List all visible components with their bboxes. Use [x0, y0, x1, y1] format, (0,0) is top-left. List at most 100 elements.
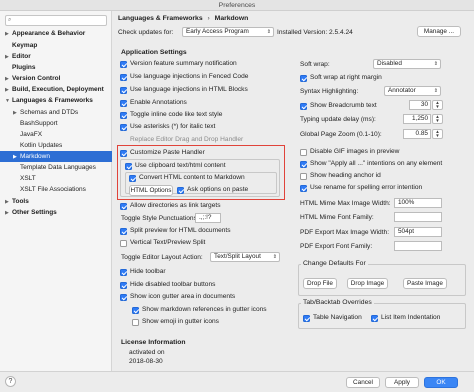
html-mime-font-input[interactable]: [394, 212, 442, 222]
sidebar-item-build-execution-deployment[interactable]: ▶ Build, Execution, Deployment: [0, 84, 112, 95]
option-checkbox[interactable]: [120, 61, 127, 68]
customize-paste-checkbox[interactable]: [120, 150, 127, 157]
typing-delay-input[interactable]: 1,250: [403, 114, 431, 124]
page-zoom-input[interactable]: 0.85: [403, 129, 431, 139]
option-label: Use asterisks (*) for italic text: [130, 123, 216, 130]
sidebar-item-other-settings[interactable]: ▶ Other Settings: [0, 207, 112, 218]
sidebar-item-editor[interactable]: ▶ Editor: [0, 51, 112, 62]
breadcrumb-parent[interactable]: Languages & Frameworks: [118, 15, 203, 22]
sidebar-item-xslt-file-associations[interactable]: XSLT File Associations: [0, 184, 112, 195]
page-zoom-stepper[interactable]: ▲ ▼: [432, 129, 443, 139]
chevron-down-icon[interactable]: ▼: [5, 96, 12, 107]
chevron-updown-icon: ⇕: [272, 254, 277, 260]
apply-button[interactable]: Apply: [385, 377, 419, 388]
typing-delay-stepper[interactable]: ▲ ▼: [432, 114, 443, 124]
soft-wrap-select[interactable]: Disabled ⇕: [373, 59, 441, 69]
html-mime-width-input[interactable]: 100%: [394, 198, 442, 208]
sidebar-item-version-control[interactable]: ▶ Version Control: [0, 73, 112, 84]
cancel-button[interactable]: Cancel: [346, 377, 380, 388]
sidebar-item-markdown[interactable]: ▶ Markdown: [0, 151, 112, 162]
sidebar-item-label: JavaFX: [20, 131, 43, 138]
paste-image-button[interactable]: Paste Image: [403, 278, 447, 289]
markdown-refs-checkbox[interactable]: [132, 307, 139, 314]
sidebar-item-schemas-and-dtds[interactable]: ▶ Schemas and DTDs: [0, 107, 112, 118]
sidebar-item-keymap[interactable]: Keymap: [0, 40, 112, 51]
pdf-font-input[interactable]: [394, 241, 442, 251]
ok-button[interactable]: OK: [424, 377, 458, 388]
sidebar-item-label: Languages & Frameworks: [12, 97, 93, 104]
manage-button[interactable]: Manage ...: [417, 26, 461, 37]
show-anchor-label: Show heading anchor id: [310, 172, 381, 179]
breadcrumb-text-input[interactable]: 30: [409, 100, 431, 110]
vertical-split-checkbox[interactable]: [120, 240, 127, 247]
ask-options-label: Ask options on paste: [187, 186, 249, 193]
sidebar-item-label: Markdown: [20, 153, 50, 160]
option-checkbox[interactable]: [120, 112, 127, 119]
chevron-right-icon[interactable]: ▶: [5, 208, 12, 219]
clipboard-html-checkbox[interactable]: [125, 163, 132, 170]
chevron-updown-icon: ⇕: [433, 88, 438, 94]
table-navigation-checkbox[interactable]: [303, 315, 310, 322]
sidebar-item-bashsupport[interactable]: BashSupport: [0, 118, 112, 129]
pdf-width-input[interactable]: 504pt: [394, 227, 442, 237]
syntax-highlighting-label: Syntax Highlighting:: [300, 88, 359, 95]
chevron-right-icon[interactable]: ▶: [5, 29, 12, 40]
breadcrumb-text-stepper[interactable]: ▲ ▼: [432, 100, 443, 110]
option-label: Enable Annotations: [130, 99, 187, 106]
check-updates-select[interactable]: Early Access Program ⇕: [182, 27, 274, 37]
soft-wrap-margin-label: Soft wrap at right margin: [310, 74, 382, 81]
soft-wrap-margin-checkbox[interactable]: [300, 75, 307, 82]
option-checkbox[interactable]: [120, 74, 127, 81]
toggle-layout-select[interactable]: Text/Split Layout ⇕: [210, 252, 280, 262]
sidebar-item-template-data-languages[interactable]: Template Data Languages: [0, 162, 112, 173]
option-checkbox[interactable]: [120, 87, 127, 94]
help-button[interactable]: ?: [5, 376, 16, 387]
breadcrumb-text-checkbox[interactable]: [300, 103, 307, 110]
sidebar-item-javafx[interactable]: JavaFX: [0, 129, 112, 140]
change-defaults-title: Change Defaults For: [301, 260, 368, 267]
drop-image-button[interactable]: Drop Image: [347, 278, 388, 289]
show-anchor-checkbox[interactable]: [300, 173, 307, 180]
tab-overrides-title: Tab/Backtab Overrides: [301, 299, 374, 306]
installed-version-label: Installed Version:: [277, 29, 328, 36]
sidebar-item-appearance-behavior[interactable]: ▶ Appearance & Behavior: [0, 28, 112, 39]
sidebar-item-label: XSLT: [20, 175, 36, 182]
sidebar-item-plugins[interactable]: Plugins: [0, 62, 112, 73]
sidebar-item-languages-frameworks[interactable]: ▼ Languages & Frameworks: [0, 95, 112, 106]
option-checkbox[interactable]: [120, 269, 127, 276]
convert-html-checkbox[interactable]: [129, 175, 136, 182]
sidebar-item-xslt[interactable]: XSLT: [0, 173, 112, 184]
ask-options-checkbox[interactable]: [177, 187, 184, 194]
disable-gif-checkbox[interactable]: [300, 149, 307, 156]
list-indent-checkbox[interactable]: [371, 315, 378, 322]
option-checkbox[interactable]: [120, 100, 127, 107]
toggle-punctuation-input[interactable]: .,;:!?: [195, 213, 221, 223]
dialog-footer: ? Cancel Apply OK: [0, 371, 474, 392]
allow-directories-checkbox[interactable]: [120, 203, 127, 210]
license-date: 2018-08-30: [129, 358, 163, 365]
breadcrumb-text-label: Show Breadcrumb text: [310, 102, 377, 109]
replace-drag-drop-option: Replace Editor Drag and Drop Handler: [130, 136, 244, 143]
split-preview-checkbox[interactable]: [120, 228, 127, 235]
option-checkbox[interactable]: [120, 282, 127, 289]
option-checkbox[interactable]: [120, 294, 127, 301]
list-indent-label: List Item Indentation: [381, 314, 441, 321]
sidebar-item-label: XSLT File Associations: [20, 186, 86, 193]
syntax-highlighting-select[interactable]: Annotator ⇕: [384, 86, 441, 96]
rename-spelling-checkbox[interactable]: [300, 185, 307, 192]
sidebar-item-label: Tools: [12, 198, 29, 205]
show-emoji-checkbox[interactable]: [132, 319, 139, 326]
sidebar-item-kotlin-updates[interactable]: Kotlin Updates: [0, 140, 112, 151]
option-checkbox[interactable]: [120, 124, 127, 131]
vertical-split-label: Vertical Text/Preview Split: [130, 239, 206, 246]
drop-file-button[interactable]: Drop File: [303, 278, 337, 289]
sidebar-item-tools[interactable]: ▶ Tools: [0, 196, 112, 207]
toggle-layout-value: Text/Split Layout: [214, 253, 261, 260]
breadcrumb-separator: ›: [207, 15, 210, 22]
html-options-button[interactable]: HTML Options: [129, 185, 173, 196]
sidebar-item-label: Plugins: [12, 64, 36, 71]
customize-paste-label: Customize Paste Handler: [130, 149, 205, 156]
rename-spelling-label: Use rename for spelling error intention: [310, 184, 423, 191]
settings-search-input[interactable]: ⌕: [5, 15, 107, 26]
show-apply-all-checkbox[interactable]: [300, 161, 307, 168]
